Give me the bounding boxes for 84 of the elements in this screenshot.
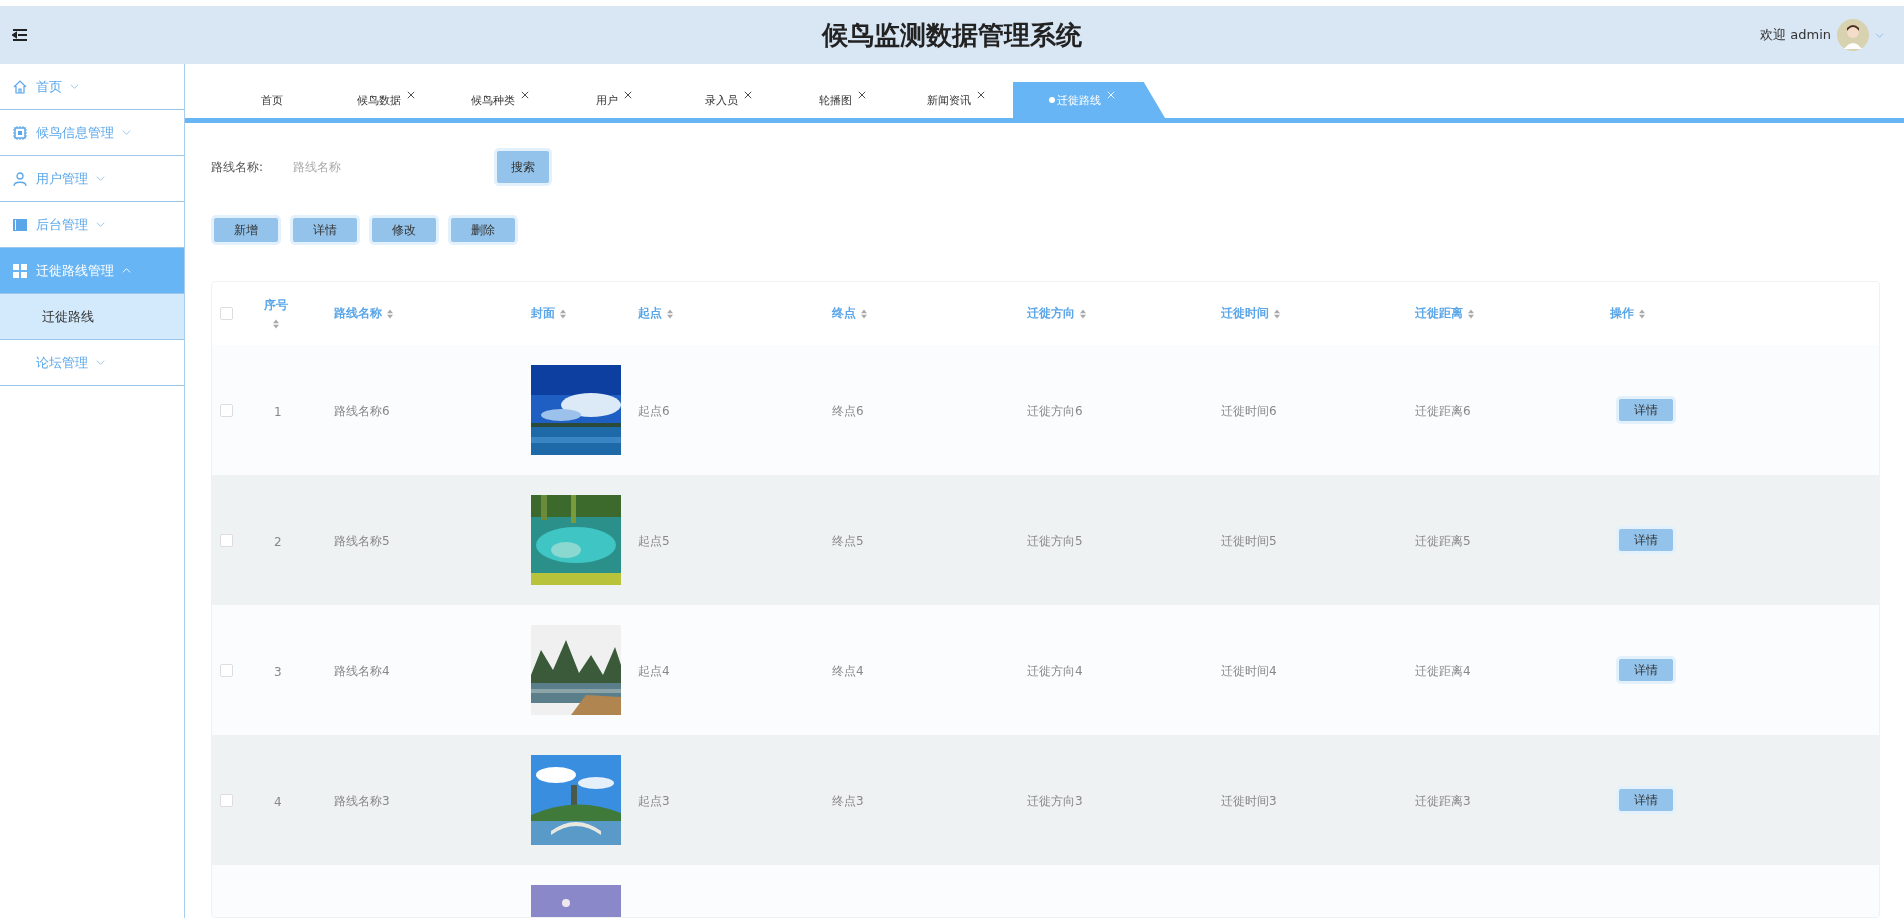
sort-icon[interactable] [1467, 307, 1475, 320]
table-cell: 终点4 [832, 664, 864, 678]
search-button[interactable]: 搜索 [494, 148, 552, 186]
action-button[interactable]: 详情 [290, 215, 360, 245]
sort-icon[interactable] [666, 307, 674, 320]
table-cell: 迁徙方向5 [1027, 534, 1083, 548]
table-cell: 迁徙时间6 [1221, 404, 1277, 418]
dot-icon [1049, 97, 1055, 103]
sort-icon[interactable] [1079, 307, 1087, 320]
tab[interactable]: 轮播图 [785, 82, 899, 118]
table-cell: 迁徙方向4 [1027, 664, 1083, 678]
action-button[interactable]: 删除 [448, 215, 518, 245]
table-cell: 迁徙距离3 [1415, 794, 1471, 808]
menu-icon[interactable] [12, 27, 28, 43]
chevron-down-icon [70, 82, 79, 91]
user-greeting: 欢迎 admin [1760, 26, 1831, 44]
table-cell: 迁徙距离6 [1415, 404, 1471, 418]
checkbox[interactable] [220, 403, 233, 417]
checkbox[interactable] [220, 533, 233, 547]
grid-icon [12, 262, 28, 279]
sort-icon[interactable] [860, 307, 868, 320]
avatar-icon[interactable] [1837, 19, 1869, 51]
table-cell: 终点3 [832, 794, 864, 808]
close-icon[interactable] [407, 91, 415, 99]
table-cell: 起点3 [638, 794, 670, 808]
detail-button[interactable]: 详情 [1616, 656, 1676, 684]
user-icon [12, 170, 28, 187]
close-icon[interactable] [743, 91, 752, 99]
sort-icon[interactable] [272, 318, 280, 330]
chevron-down-icon [96, 358, 105, 367]
sidebar-subitem[interactable]: 迁徙路线 [0, 294, 184, 340]
table-cell: 迁徙时间4 [1221, 664, 1277, 678]
table-cell: 路线名称5 [334, 534, 390, 548]
checkbox[interactable] [220, 663, 233, 677]
checkbox[interactable] [220, 307, 233, 320]
search-label: 路线名称: [211, 158, 265, 176]
chevron-down-icon [122, 128, 131, 137]
action-button[interactable]: 新增 [211, 215, 281, 245]
table-cell: 迁徙时间5 [1221, 534, 1277, 548]
tab[interactable]: 新闻资讯 [899, 82, 1013, 118]
app-title: 候鸟监测数据管理系统 [822, 19, 1082, 50]
detail-button[interactable]: 详情 [1616, 396, 1676, 424]
table-cell: 路线名称3 [334, 794, 390, 808]
tab[interactable]: 首页 [215, 82, 329, 118]
table-cell: 起点5 [638, 534, 670, 548]
table-cell: 终点5 [832, 534, 864, 548]
home-icon [12, 78, 28, 95]
tab[interactable]: 录入员 [671, 82, 785, 118]
table-cell: 迁徙距离5 [1415, 534, 1471, 548]
table-cell: 迁徙方向6 [1027, 404, 1083, 418]
detail-button[interactable]: 详情 [1616, 786, 1676, 814]
table-cell: 2 [274, 534, 282, 549]
sort-icon[interactable] [559, 307, 567, 320]
close-icon[interactable] [521, 91, 529, 99]
close-icon[interactable] [857, 91, 866, 99]
chevron-up-icon [122, 266, 131, 275]
sort-icon[interactable] [386, 307, 394, 320]
sort-icon[interactable] [1273, 307, 1281, 320]
table-cell: 3 [274, 664, 282, 679]
chevron-down-icon [1875, 30, 1884, 40]
table-cell: 起点4 [638, 664, 670, 678]
table-cell: 1 [274, 404, 282, 419]
panel-icon [12, 216, 28, 233]
tab[interactable]: 候鸟种类 [443, 82, 557, 118]
table-cell: 迁徙距离4 [1415, 664, 1471, 678]
table-cell: 终点6 [832, 404, 864, 418]
chevron-down-icon [96, 220, 105, 229]
tab[interactable]: 候鸟数据 [329, 82, 443, 118]
table-cell: 4 [274, 794, 282, 809]
table-cell: 起点6 [638, 404, 670, 418]
action-button[interactable]: 修改 [369, 215, 439, 245]
chip-icon [12, 124, 28, 141]
close-icon[interactable] [624, 91, 632, 99]
chevron-down-icon [96, 174, 105, 183]
tab[interactable]: 用户 [557, 82, 671, 118]
table-cell: 路线名称6 [334, 404, 390, 418]
table-cell: 路线名称4 [334, 664, 390, 678]
table-cell: 迁徙时间3 [1221, 794, 1277, 808]
table-cell: 迁徙方向3 [1027, 794, 1083, 808]
close-icon[interactable] [977, 91, 985, 99]
detail-button[interactable]: 详情 [1616, 526, 1676, 554]
sort-icon[interactable] [1638, 307, 1646, 320]
search-field[interactable]: 路线名称 [291, 159, 491, 175]
checkbox[interactable] [220, 793, 233, 807]
